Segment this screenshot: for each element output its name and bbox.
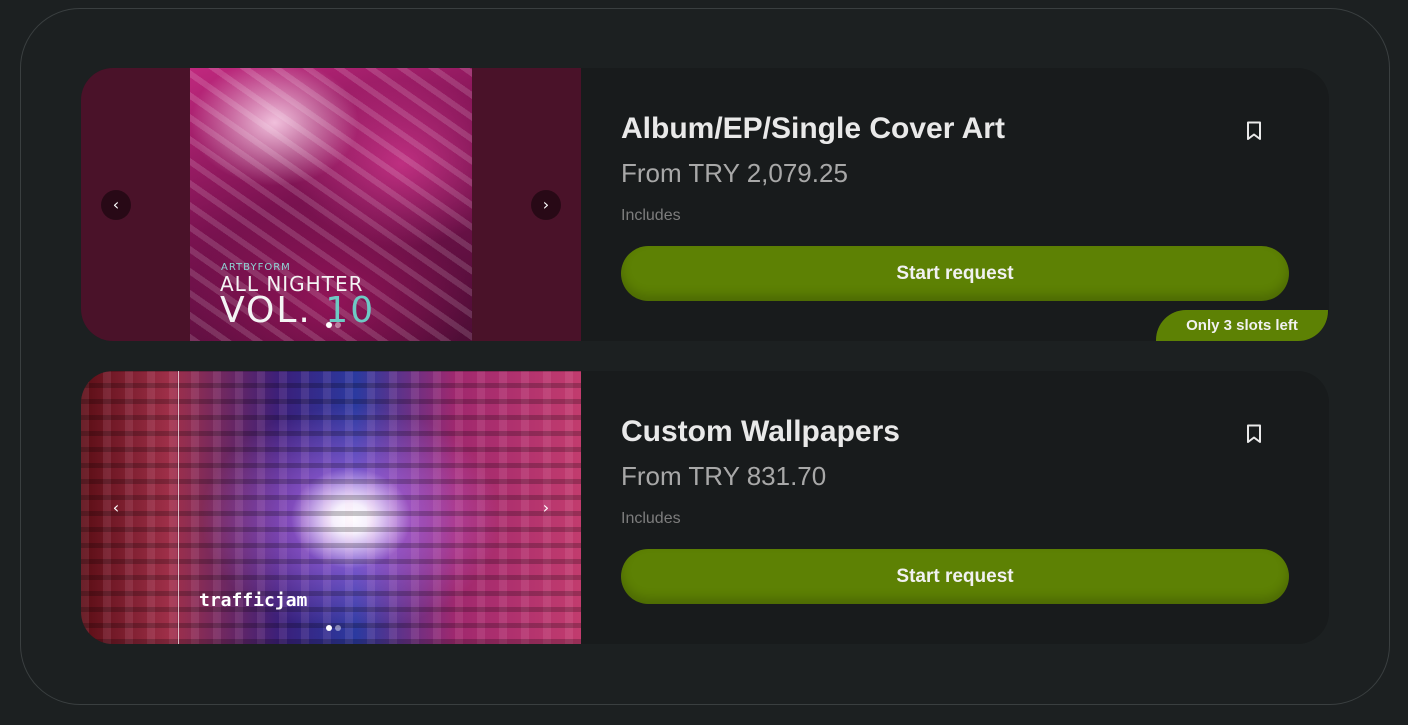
carousel-dot[interactable]: [335, 625, 341, 631]
availability-badge: Only 3 slots left: [1156, 310, 1328, 341]
service-info: Album/EP/Single Cover Art From TRY 2,079…: [581, 68, 1329, 341]
start-request-button[interactable]: Start request: [621, 246, 1289, 301]
artwork-brand-text: trafficjam: [199, 590, 308, 611]
start-request-button[interactable]: Start request: [621, 549, 1289, 604]
bookmark-icon[interactable]: [1244, 423, 1264, 445]
service-title[interactable]: Custom Wallpapers: [621, 415, 900, 449]
carousel-dots: [326, 322, 341, 328]
carousel-image[interactable]: [81, 371, 581, 644]
includes-label: Includes: [621, 510, 681, 527]
service-card-cover-art: ARTBYFORM ALL NIGHTER VOL. 10 ‹ › Album/…: [81, 68, 1329, 341]
artwork-volume-text: VOL. 10: [220, 290, 376, 331]
bookmark-icon[interactable]: [1244, 120, 1264, 142]
service-info: Custom Wallpapers From TRY 831.70 Includ…: [581, 371, 1329, 644]
carousel-prev-button[interactable]: ‹: [101, 190, 131, 220]
service-price: From TRY 2,079.25: [621, 158, 848, 188]
carousel-dot[interactable]: [326, 322, 332, 328]
service-card-wallpapers: trafficjam ‹ › Custom Wallpapers From TR…: [81, 371, 1329, 644]
image-carousel: ARTBYFORM ALL NIGHTER VOL. 10 ‹ ›: [81, 68, 581, 341]
service-price: From TRY 831.70: [621, 461, 827, 491]
carousel-next-button[interactable]: ›: [531, 493, 561, 523]
carousel-dots: [326, 625, 341, 631]
carousel-dot[interactable]: [335, 322, 341, 328]
carousel-dot[interactable]: [326, 625, 332, 631]
service-title[interactable]: Album/EP/Single Cover Art: [621, 112, 1005, 146]
image-carousel: trafficjam ‹ ›: [81, 371, 581, 644]
includes-label: Includes: [621, 207, 681, 224]
carousel-next-button[interactable]: ›: [531, 190, 561, 220]
carousel-prev-button[interactable]: ‹: [101, 493, 131, 523]
